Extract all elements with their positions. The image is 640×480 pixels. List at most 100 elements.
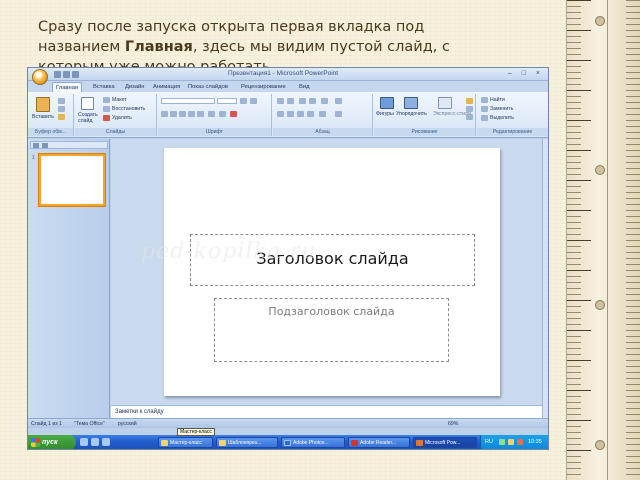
delete-button[interactable]: Удалить [112,115,132,121]
taskbar-item-powerpoint[interactable]: Microsoft Pow... [413,437,477,448]
subtitle-placeholder[interactable]: Подзаголовок слайда [214,298,449,362]
ruler-ring-icon [595,440,605,450]
ruler-major-ticks [567,0,640,480]
shape-fill-icon[interactable] [466,98,473,104]
drawing-group: Фигуры Упорядочить Экспресс-стили Рисова… [374,94,476,136]
tab-review[interactable]: Рецензирование [238,82,289,92]
font-name-select[interactable] [161,98,215,104]
slides-tab-icon[interactable] [33,143,39,148]
folder-icon [161,440,168,446]
paste-icon[interactable] [36,97,50,112]
notes-placeholder: Заметки к слайду [115,409,164,415]
language-indicator[interactable]: RU [485,435,493,449]
start-button[interactable]: пуск [28,435,76,449]
language-status[interactable]: русский [118,419,137,429]
font-color-icon[interactable] [230,111,237,117]
columns-icon[interactable] [319,111,326,117]
title-bar: Презентация1 - Microsoft PowerPoint – □ … [28,68,548,85]
taskbar-item-template[interactable]: Шаблонпрез... [216,437,278,448]
tab-animation[interactable]: Анимация [150,82,183,92]
grow-font-icon[interactable] [240,98,247,104]
taskbar-item-label: Adobe Photos... [293,440,329,446]
line-spacing-icon[interactable] [321,98,328,104]
decrease-indent-icon[interactable] [299,98,306,104]
tab-view[interactable]: Вид [296,82,313,92]
strikethrough-icon[interactable] [188,111,195,117]
text-direction-icon[interactable] [335,98,342,104]
tab-slideshow[interactable]: Показ слайдов [185,82,231,92]
taskbar-item-master-class[interactable]: Мастер-класс [158,437,213,448]
taskbar-tooltip: Мастер-класс [177,428,215,436]
find-button[interactable]: Найти [490,97,505,103]
shapes-icon[interactable] [380,97,394,109]
select-button[interactable]: Выделить [490,115,514,121]
reset-button[interactable]: Восстановить [112,106,145,112]
shape-outline-icon[interactable] [466,106,473,112]
bold-icon[interactable] [161,111,168,117]
replace-button[interactable]: Заменить [490,106,513,112]
arrange-icon[interactable] [404,97,418,109]
copy-icon[interactable] [58,106,65,112]
format-painter-icon[interactable] [58,114,65,120]
smartart-icon[interactable] [335,111,342,117]
outline-tab-icon[interactable] [42,143,48,148]
shapes-button[interactable]: Фигуры [376,111,394,117]
undo-icon[interactable] [63,71,70,78]
align-left-icon[interactable] [277,111,284,117]
tab-insert[interactable]: Вставка [90,82,118,92]
shadow-icon[interactable] [197,111,204,117]
caption-text-part: , здесь мы видим пустой слайд, с [192,39,450,55]
shape-effects-icon[interactable] [466,114,473,120]
photoshop-icon [284,440,291,446]
spacing-icon[interactable] [208,111,215,117]
window-controls[interactable]: – □ × [508,70,544,77]
save-icon[interactable] [54,71,61,78]
quick-access-toolbar [54,71,84,78]
numbering-icon[interactable] [287,98,294,104]
tab-home[interactable]: Главная [52,82,83,92]
case-icon[interactable] [219,111,226,117]
bullets-icon[interactable] [277,98,284,104]
new-slide-icon[interactable] [81,97,94,110]
align-center-icon[interactable] [287,111,294,117]
slide-count-status: Слайд 1 из 1 [31,421,62,427]
reset-icon [103,106,110,112]
underline-icon[interactable] [179,111,186,117]
italic-icon[interactable] [170,111,177,117]
quick-launch [80,438,110,446]
taskbar-item-photoshop[interactable]: Adobe Photos... [281,437,345,448]
slide-thumbnail[interactable] [39,154,105,206]
paste-button[interactable]: Вставить [32,114,54,120]
zoom-level[interactable]: 69% [448,419,458,429]
quick-styles-icon[interactable] [438,97,452,109]
slide-editing-area: Заголовок слайда Подзаголовок слайда ped… [111,139,542,405]
network-icon[interactable] [499,439,505,445]
paragraph-group: Абзац [273,94,373,136]
clock[interactable]: 10:35 [528,435,542,449]
office-button-icon[interactable] [32,69,48,85]
font-size-select[interactable] [217,98,237,104]
taskbar-item-label: Adobe Reader... [360,440,397,446]
slide-canvas[interactable]: Заголовок слайда Подзаголовок слайда [164,148,500,396]
layout-button[interactable]: Макет [112,97,127,103]
media-icon[interactable] [91,438,99,446]
new-slide-button[interactable]: Создать слайд [78,112,100,124]
caption-line-1: Сразу после запуска открыта первая вклад… [38,19,425,35]
desktop-icon[interactable] [102,438,110,446]
align-right-icon[interactable] [297,111,304,117]
security-icon[interactable] [517,439,523,445]
volume-icon[interactable] [508,439,514,445]
browser-icon[interactable] [80,438,88,446]
notes-pane[interactable]: Заметки к слайду [111,405,542,418]
increase-indent-icon[interactable] [309,98,316,104]
justify-icon[interactable] [307,111,314,117]
vertical-scrollbar[interactable] [542,139,548,418]
tab-design[interactable]: Дизайн [122,82,148,92]
shrink-font-icon[interactable] [250,98,257,104]
cut-icon[interactable] [58,98,65,104]
taskbar-item-reader[interactable]: Adobe Reader... [348,437,410,448]
editing-group: Найти Заменить Выделить Редактирование [477,94,548,136]
arrange-button[interactable]: Упорядочить [396,111,427,117]
ruler-line [607,0,608,480]
redo-icon[interactable] [72,71,79,78]
